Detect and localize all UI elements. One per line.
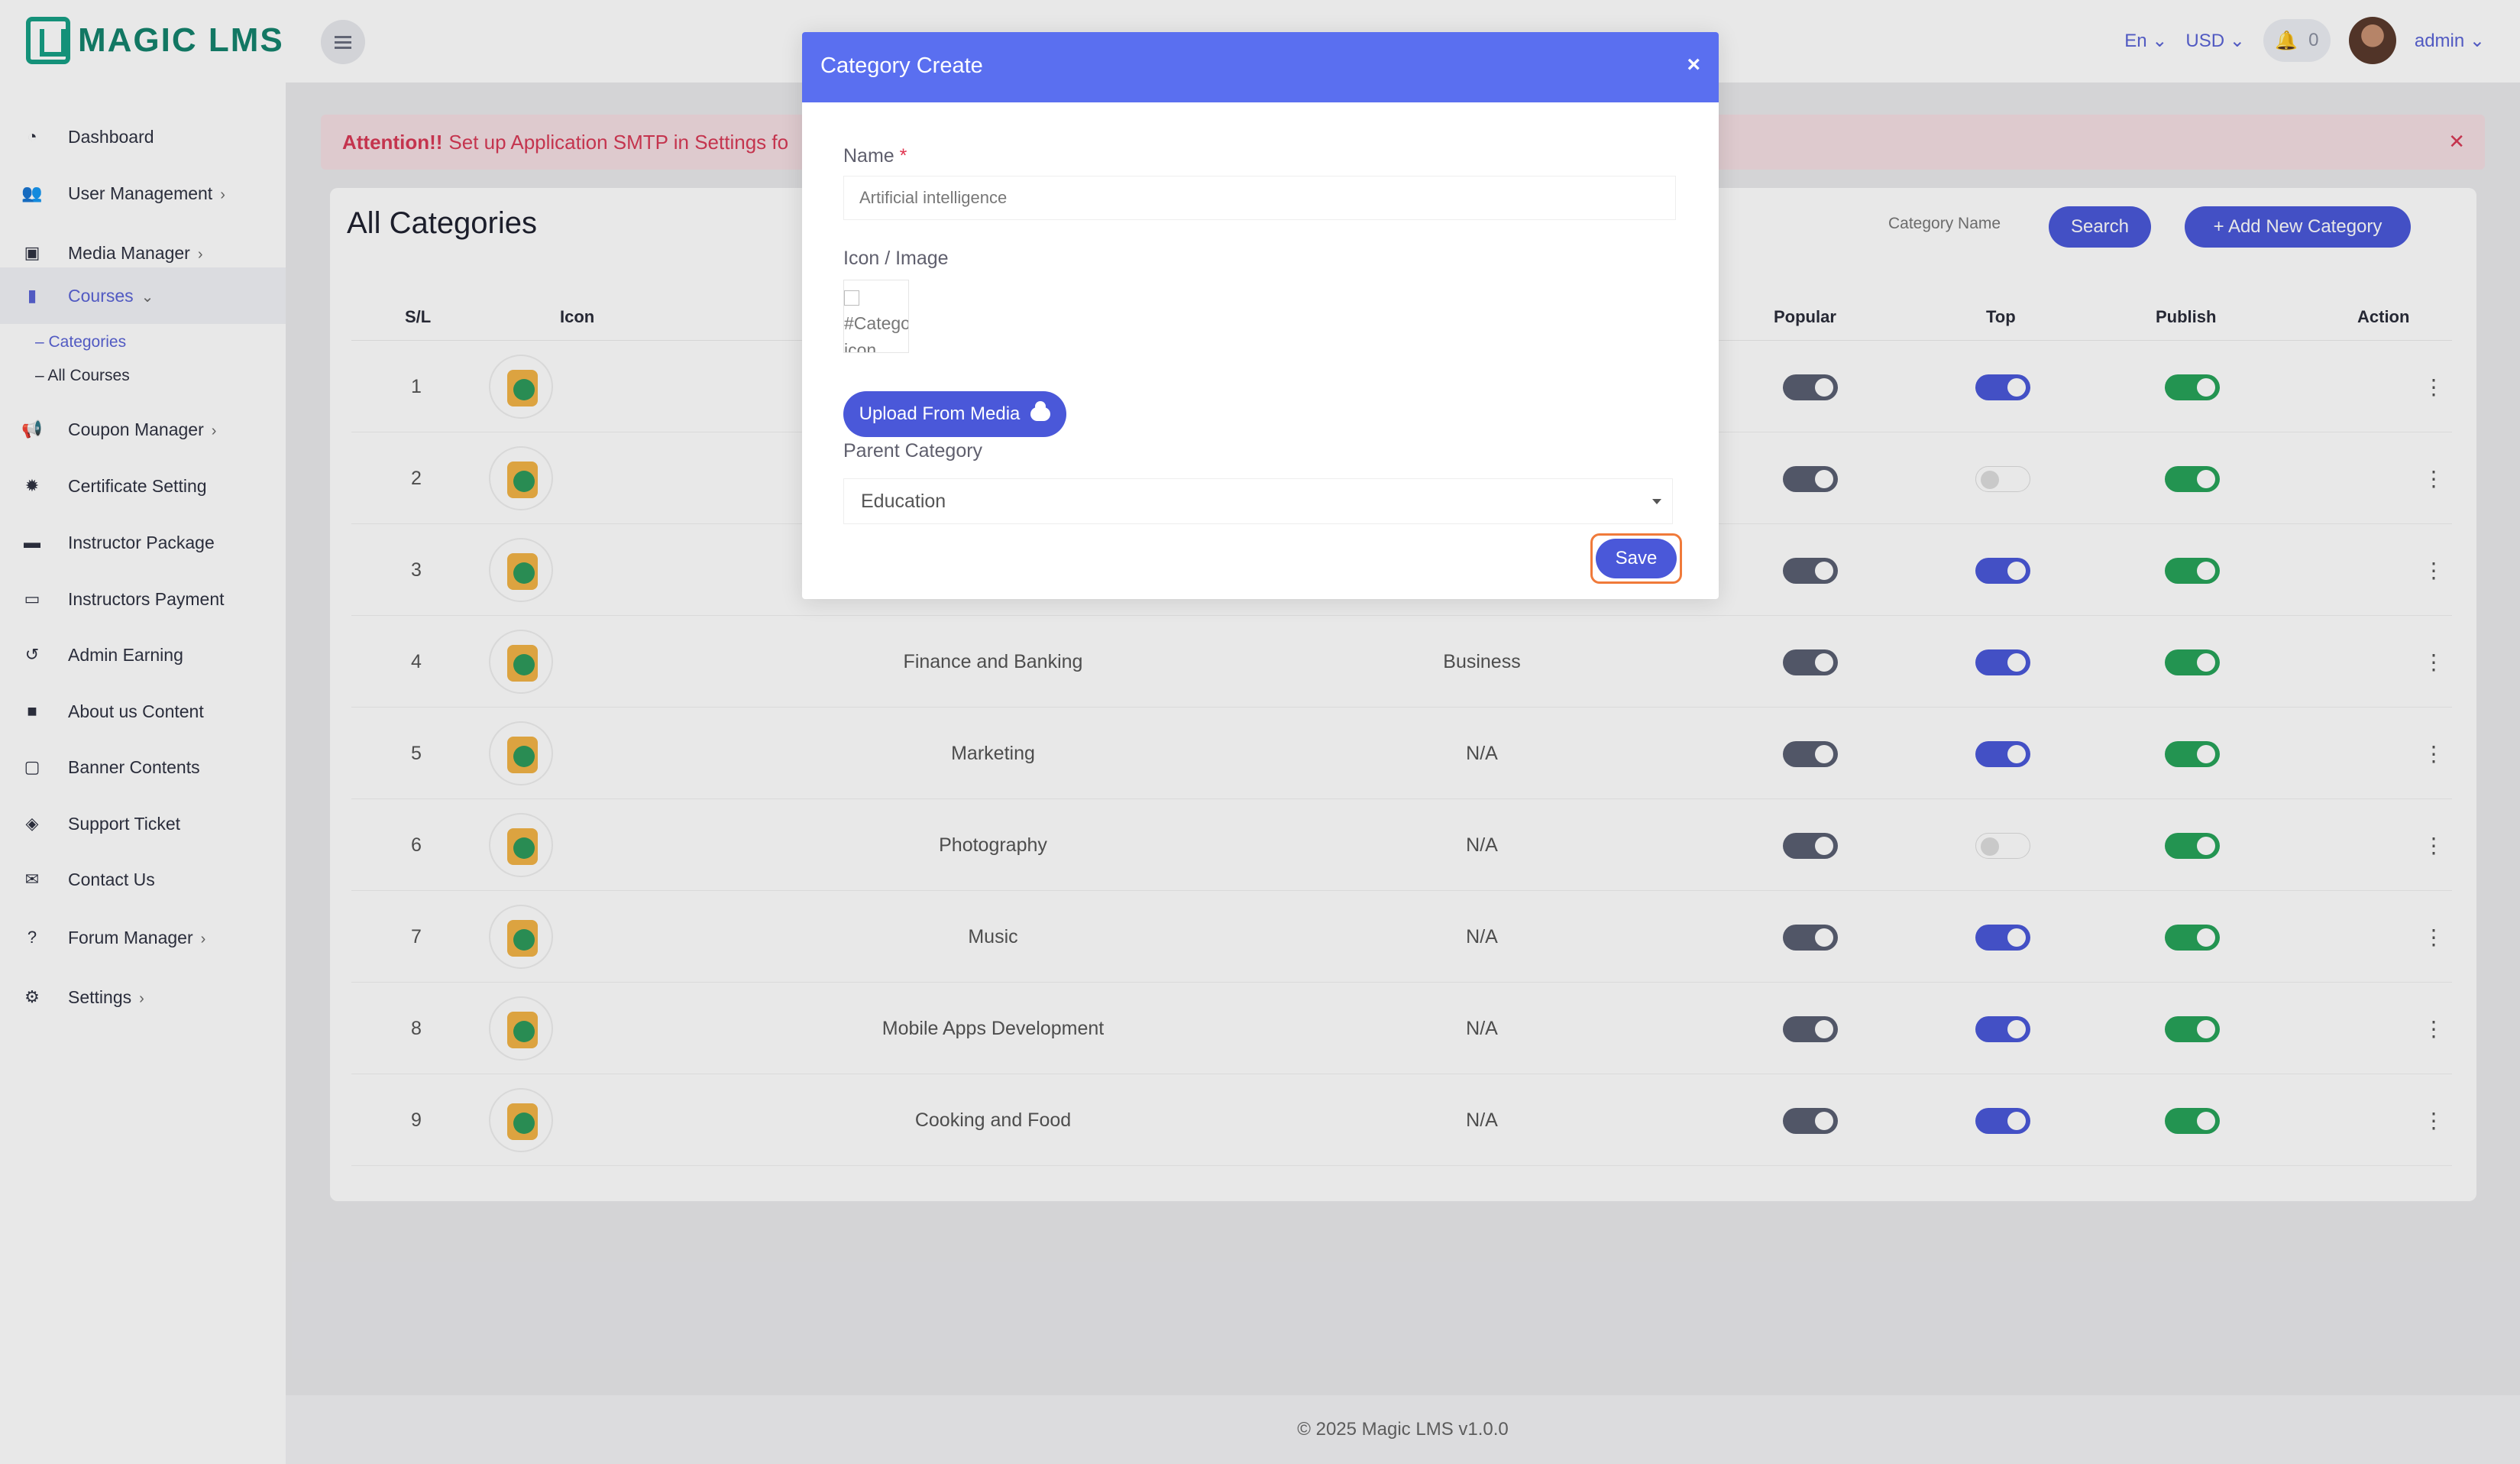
name-input[interactable]: Artificial intelligence	[843, 176, 1676, 220]
cloud-upload-icon	[1030, 401, 1051, 421]
category-icon-image: #Category icon	[843, 280, 909, 353]
modal-title: Category Create	[820, 53, 983, 78]
icon-image-label: Icon / Image	[843, 248, 949, 269]
close-icon[interactable]: ×	[1687, 52, 1700, 78]
parent-category-label: Parent Category	[843, 440, 983, 462]
modal-header: Category Create ×	[802, 32, 1719, 102]
category-create-modal: Category Create × Name * Artificial inte…	[802, 32, 1719, 599]
broken-image-icon	[844, 290, 859, 306]
required-mark: *	[899, 145, 907, 167]
upload-from-media-button[interactable]: Upload From Media	[843, 391, 1066, 437]
save-button[interactable]: Save	[1596, 539, 1677, 578]
parent-category-select[interactable]: Education	[843, 478, 1673, 524]
save-button-highlight: Save	[1590, 533, 1682, 584]
caret-down-icon	[1652, 499, 1661, 504]
name-label: Name *	[843, 145, 907, 167]
